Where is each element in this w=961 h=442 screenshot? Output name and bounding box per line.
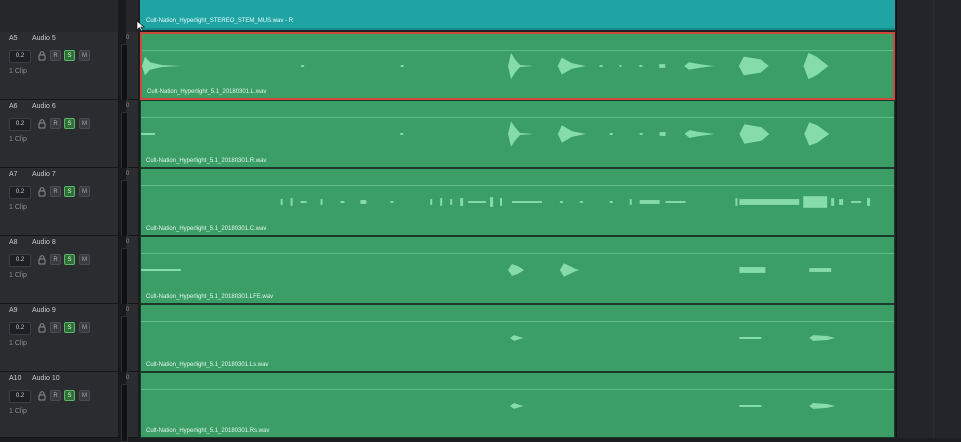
track-header[interactable]: A10 Audio 10 1.0 0.2 R S M 1 Clip [0,372,138,442]
record-arm-button[interactable]: R [50,186,61,197]
record-arm-button[interactable]: R [50,390,61,401]
track-name[interactable]: Audio 6 [32,103,56,110]
audio-meter [121,384,128,442]
panel-divider [933,0,934,438]
clip-name: Cult-Nation_Hyperlight_5.1_20180301.C.wa… [146,226,267,232]
record-arm-button[interactable]: R [50,50,61,61]
solo-button[interactable]: S [64,50,75,61]
track-name[interactable]: Audio 7 [32,171,56,178]
track-level-field[interactable]: 0.2 [9,118,31,131]
solo-button[interactable]: S [64,254,75,265]
track-clip-count: 1 Clip [9,408,27,415]
lock-icon[interactable] [37,391,47,401]
lock-icon[interactable] [37,187,47,197]
mute-button[interactable]: M [79,254,90,265]
track-clip-count: 1 Clip [9,204,27,211]
track-id: A5 [9,35,18,42]
lock-icon[interactable] [37,51,47,61]
track-id: A6 [9,103,18,110]
mute-button[interactable]: M [79,186,90,197]
track-level-field[interactable]: 0.2 [9,254,31,267]
audio-meter [121,112,128,170]
top-clip-name: Cult-Nation_Hyperlight_STEREO_STEM_MUS.w… [146,18,294,24]
track-name[interactable]: Audio 9 [32,307,56,314]
timeline: Cult-Nation_Hyperlight_STEREO_STEM_MUS.w… [0,0,961,442]
audio-meter [121,44,128,102]
track-id: A10 [9,375,22,382]
track-a9: A9 Audio 9 1.0 0.2 R S M 1 Clip [0,304,961,374]
track-id: A7 [9,171,18,178]
audio-meter [121,316,128,374]
audio-clip[interactable]: Cult-Nation_Hyperlight_5.1_20180301.L.wa… [140,32,895,100]
clip-name: Cult-Nation_Hyperlight_5.1_20180301.Ls.w… [146,362,269,368]
track-level-field[interactable]: 0.2 [9,186,31,199]
track-a5: A5 Audio 5 1.0 0.2 R S M 1 Clip [0,32,961,102]
track-header[interactable]: A7 Audio 7 1.0 0.2 R S M 1 Clip [0,168,138,238]
track-name[interactable]: Audio 10 [32,375,60,382]
lock-icon[interactable] [37,119,47,129]
lock-icon[interactable] [37,323,47,333]
track-clip-count: 1 Clip [9,68,27,75]
audio-clip[interactable]: Cult-Nation_Hyperlight_5.1_20180301.C.wa… [140,168,895,236]
audio-meter [121,180,128,238]
track-a10: A10 Audio 10 1.0 0.2 R S M 1 Clip [0,372,961,442]
track-clip-count: 1 Clip [9,272,27,279]
top-clip[interactable]: Cult-Nation_Hyperlight_STEREO_STEM_MUS.w… [140,0,895,30]
solo-button[interactable]: S [64,186,75,197]
mute-button[interactable]: M [79,322,90,333]
track-id: A9 [9,307,18,314]
mute-button[interactable]: M [79,50,90,61]
record-arm-button[interactable]: R [50,254,61,265]
track-level-field[interactable]: 0.2 [9,390,31,403]
lock-icon[interactable] [37,255,47,265]
track-name[interactable]: Audio 8 [32,239,56,246]
clip-name: Cult-Nation_Hyperlight_5.1_20180301.R.wa… [146,158,267,164]
meter-strip [118,0,126,32]
track-header[interactable]: A5 Audio 5 1.0 0.2 R S M 1 Clip [0,32,138,102]
track-a8: A8 Audio 8 1.0 0.2 R S M 1 Clip [0,236,961,306]
track-level-field[interactable]: 0.2 [9,322,31,335]
track-a6: A6 Audio 6 1.0 0.2 R S M 1 Clip [0,100,961,170]
right-panel [896,0,961,438]
track-level-field[interactable]: 0.2 [9,50,31,63]
mute-button[interactable]: M [79,118,90,129]
audio-meter [121,248,128,306]
track-header[interactable]: A8 Audio 8 1.0 0.2 R S M 1 Clip [0,236,138,306]
track-clip-count: 1 Clip [9,340,27,347]
track-a7: A7 Audio 7 1.0 0.2 R S M 1 Clip [0,168,961,238]
clip-name: Cult-Nation_Hyperlight_5.1_20180301.L.wa… [147,89,267,95]
clip-name: Cult-Nation_Hyperlight_5.1_20180301.LFE.… [146,294,274,300]
audio-clip[interactable]: Cult-Nation_Hyperlight_5.1_20180301.LFE.… [140,236,895,304]
track-header[interactable]: A6 Audio 6 1.0 0.2 R S M 1 Clip [0,100,138,170]
clip-name: Cult-Nation_Hyperlight_5.1_20180301.Rs.w… [146,428,270,434]
mute-button[interactable]: M [79,390,90,401]
audio-clip[interactable]: Cult-Nation_Hyperlight_5.1_20180301.Ls.w… [140,304,895,372]
record-arm-button[interactable]: R [50,118,61,129]
solo-button[interactable]: S [64,390,75,401]
audio-clip[interactable]: Cult-Nation_Hyperlight_5.1_20180301.R.wa… [140,100,895,168]
track-clip-count: 1 Clip [9,136,27,143]
track-id: A8 [9,239,18,246]
top-track-header[interactable] [0,0,138,33]
audio-clip[interactable]: Cult-Nation_Hyperlight_5.1_20180301.Rs.w… [140,372,895,438]
solo-button[interactable]: S [64,118,75,129]
track-name[interactable]: Audio 5 [32,35,56,42]
track-header[interactable]: A9 Audio 9 1.0 0.2 R S M 1 Clip [0,304,138,374]
record-arm-button[interactable]: R [50,322,61,333]
solo-button[interactable]: S [64,322,75,333]
mouse-cursor-icon [136,20,146,32]
